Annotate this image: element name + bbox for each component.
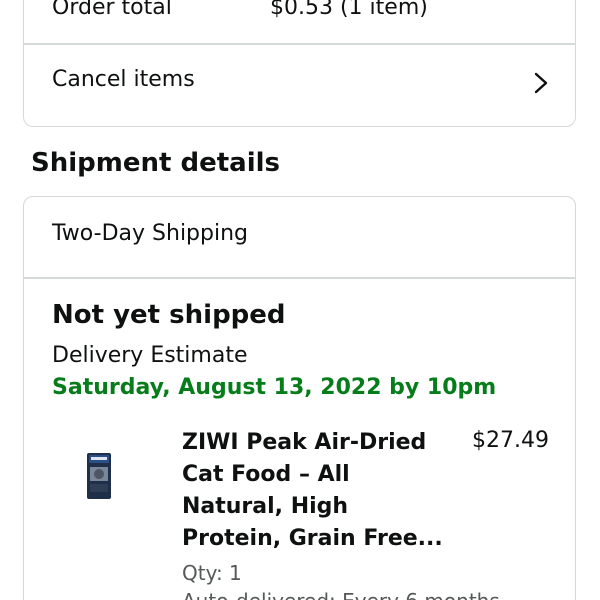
product-quantity: Qty: 1 (182, 561, 242, 585)
order-summary-card: Order total $0.53 (1 item) Cancel items (23, 0, 576, 127)
order-total-value: $0.53 (1 item) (270, 0, 428, 20)
auto-delivery-info: Auto-delivered: Every 6 months (182, 589, 500, 600)
delivery-date: Saturday, August 13, 2022 by 10pm (52, 375, 497, 400)
product-price: $27.49 (472, 428, 549, 453)
order-total-label: Order total (52, 0, 172, 20)
shipment-card: Two-Day Shipping Not yet shipped Deliver… (23, 196, 576, 600)
chevron-right-icon (534, 72, 548, 94)
shipment-details-heading: Shipment details (31, 148, 280, 178)
cancel-items-button[interactable]: Cancel items (24, 45, 575, 126)
product-title-link[interactable]: ZIWI Peak Air-Dried Cat Food – All Natur… (182, 427, 452, 555)
shipment-status: Not yet shipped (52, 300, 286, 330)
order-details-page: Order total $0.53 (1 item) Cancel items … (0, 0, 600, 600)
order-total-row: Order total $0.53 (1 item) (52, 0, 572, 41)
product-image[interactable] (86, 451, 112, 501)
cancel-items-label: Cancel items (52, 67, 195, 92)
divider (24, 277, 575, 279)
delivery-estimate-label: Delivery Estimate (52, 343, 248, 368)
shipping-method: Two-Day Shipping (52, 221, 249, 246)
